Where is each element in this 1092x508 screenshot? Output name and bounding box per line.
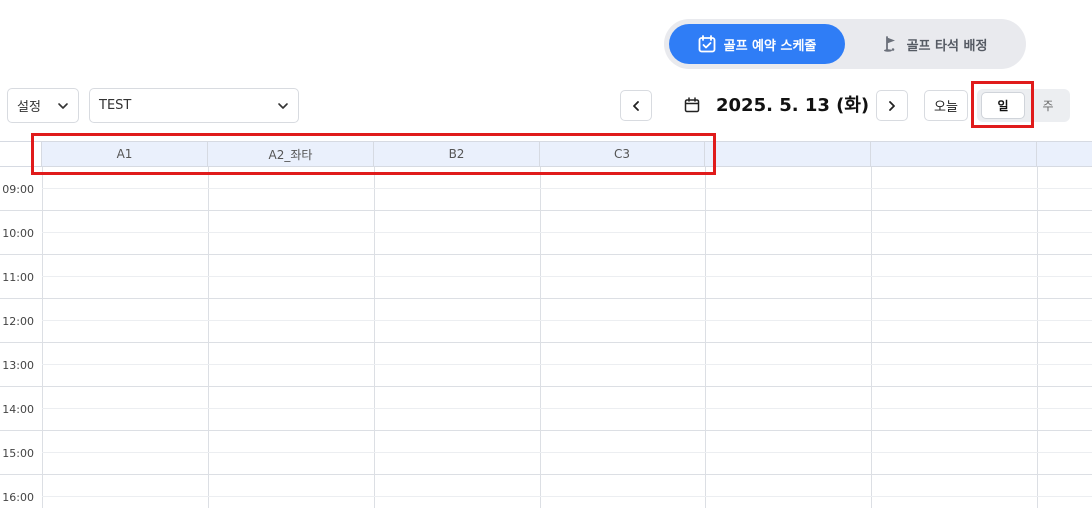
calendar-check-icon <box>698 35 716 53</box>
column-divider <box>1037 167 1038 508</box>
column-divider <box>705 167 706 508</box>
half-hour-line <box>42 232 1092 233</box>
time-label: 14:00 <box>2 403 34 416</box>
time-label: 11:00 <box>2 271 34 284</box>
chevron-down-icon <box>278 102 288 109</box>
hour-line <box>0 210 1092 211</box>
schedule-page: 골프 예약 스케줄 골프 타석 배정 설정 TEST 2025. 5. 13 (… <box>0 0 1092 508</box>
today-button[interactable]: 오늘 <box>924 90 968 121</box>
half-hour-line <box>42 364 1092 365</box>
store-select[interactable]: TEST <box>89 88 299 123</box>
hour-line <box>0 430 1092 431</box>
next-day-button[interactable] <box>876 90 908 121</box>
store-select-value: TEST <box>99 98 132 113</box>
week-view-button[interactable]: 주 <box>1030 92 1066 119</box>
view-toggle: 일 주 <box>977 89 1070 122</box>
time-label: 15:00 <box>2 447 34 460</box>
time-label: 12:00 <box>2 315 34 328</box>
hour-line <box>0 298 1092 299</box>
current-date: 2025. 5. 13 (화) <box>716 95 870 116</box>
golf-flag-icon <box>881 35 899 53</box>
calendar-icon[interactable] <box>684 97 700 113</box>
golf-reservation-schedule-tab[interactable]: 골프 예약 스케줄 <box>669 24 845 64</box>
prev-day-button[interactable] <box>620 90 652 121</box>
settings-select-value: 설정 <box>17 100 41 115</box>
hour-line <box>0 386 1092 387</box>
time-label: 16:00 <box>2 491 34 504</box>
half-hour-line <box>42 408 1092 409</box>
time-label: 09:00 <box>2 183 34 196</box>
resource-column-header: A2_좌타 <box>208 142 374 166</box>
time-grid[interactable]: 09:00 10:00 11:00 12:00 13:00 14:00 15:0… <box>0 167 1092 508</box>
time-label: 13:00 <box>2 359 34 372</box>
column-divider <box>540 167 541 508</box>
resource-column-header <box>705 142 871 166</box>
resource-column-header <box>1037 142 1092 166</box>
day-view-button[interactable]: 일 <box>981 92 1025 119</box>
half-hour-line <box>42 188 1092 189</box>
resource-column-header: B2 <box>374 142 540 166</box>
mode-toggle: 골프 예약 스케줄 골프 타석 배정 <box>664 19 1026 69</box>
resource-header: A1 A2_좌타 B2 C3 <box>0 141 1092 167</box>
column-divider <box>208 167 209 508</box>
time-label: 10:00 <box>2 227 34 240</box>
tab-label: 골프 예약 스케줄 <box>723 38 817 54</box>
column-divider <box>374 167 375 508</box>
half-hour-line <box>42 276 1092 277</box>
chevron-left-icon <box>633 100 639 111</box>
time-gutter-header <box>0 142 42 166</box>
hour-line <box>0 254 1092 255</box>
tab-label: 골프 타석 배정 <box>906 38 988 54</box>
chevron-down-icon <box>58 102 68 109</box>
hour-line <box>0 474 1092 475</box>
resource-column-header: C3 <box>540 142 705 166</box>
column-divider <box>871 167 872 508</box>
half-hour-line <box>42 320 1092 321</box>
golf-bay-assignment-tab[interactable]: 골프 타석 배정 <box>854 24 1014 64</box>
settings-select[interactable]: 설정 <box>7 88 79 123</box>
half-hour-line <box>42 496 1092 497</box>
hour-line <box>0 342 1092 343</box>
column-divider <box>42 167 43 508</box>
half-hour-line <box>42 452 1092 453</box>
resource-column-header: A1 <box>42 142 208 166</box>
chevron-right-icon <box>889 100 895 111</box>
resource-column-header <box>871 142 1037 166</box>
